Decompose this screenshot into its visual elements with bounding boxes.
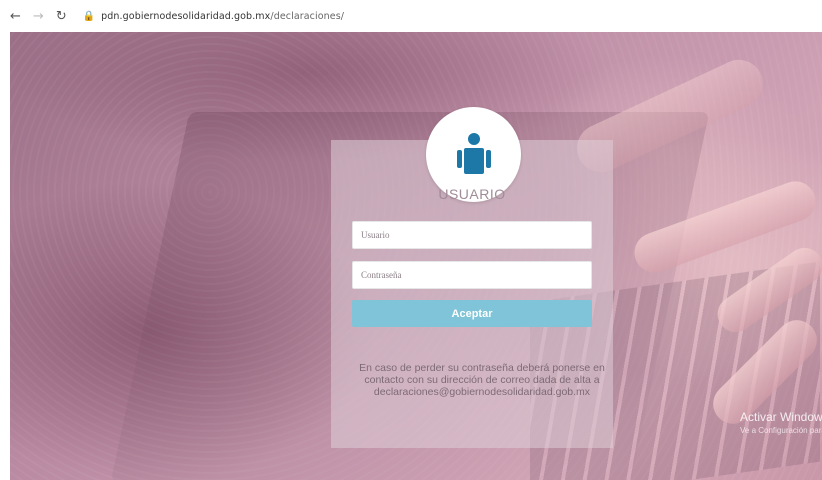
url-host: pdn.gobiernodesolidaridad.gob.mx — [101, 10, 271, 22]
forward-icon[interactable]: → — [33, 10, 44, 23]
login-title: USUARIO — [438, 186, 506, 202]
url-path: /declaraciones/ — [270, 10, 345, 22]
accept-button[interactable]: Aceptar — [352, 300, 592, 327]
lock-icon: 🔒 — [82, 10, 96, 22]
info-text: En caso de perder su contraseña deberá p… — [359, 362, 605, 398]
watermark-title: Activar Windows — [740, 410, 822, 424]
password-field[interactable] — [352, 261, 592, 289]
back-icon[interactable]: ← — [10, 10, 21, 23]
reload-icon[interactable]: ↻ — [56, 10, 67, 23]
username-field[interactable] — [352, 221, 592, 249]
url-text[interactable]: pdn.gobiernodesolidaridad.gob.mx/declara… — [101, 11, 344, 22]
browser-address-bar: ← → ↻ 🔒 pdn.gobiernodesolidaridad.gob.mx… — [0, 0, 822, 32]
windows-activation-watermark: Activar Windows Ve a Configuración para … — [740, 410, 822, 435]
watermark-subtitle: Ve a Configuración para activar Windows. — [740, 426, 822, 435]
user-icon — [456, 132, 491, 174]
